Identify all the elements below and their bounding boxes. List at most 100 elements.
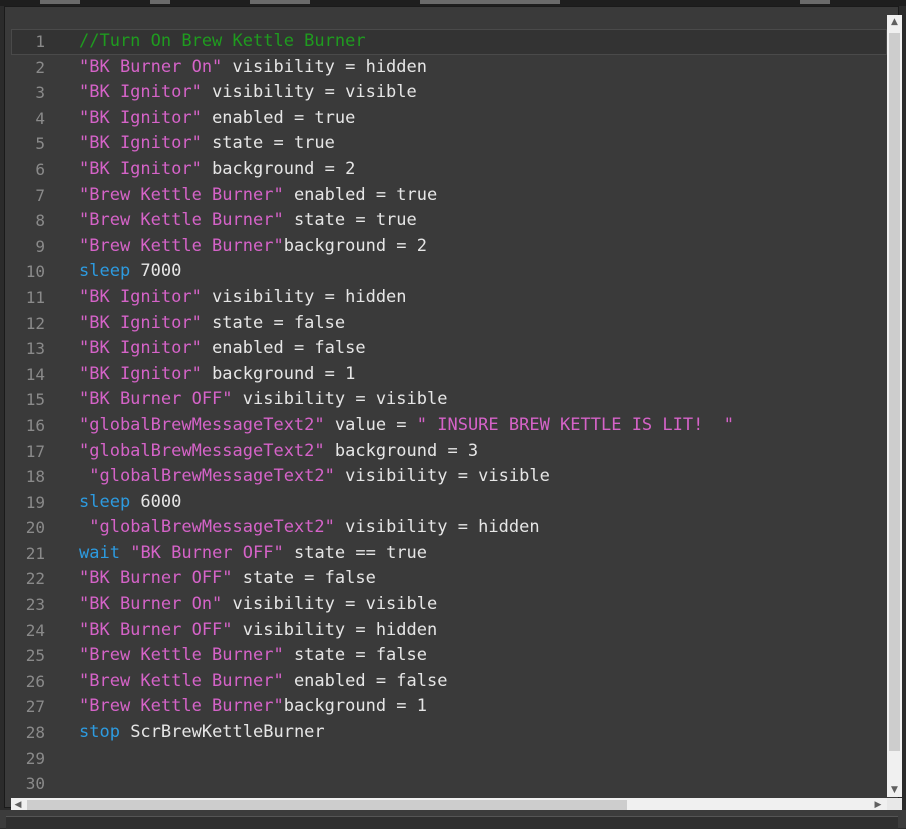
line-number: 22 bbox=[25, 569, 45, 589]
code-line[interactable]: 17 "globalBrewMessageText2" background = … bbox=[11, 439, 887, 465]
line-number: 12 bbox=[25, 313, 45, 333]
code-line[interactable]: 19 sleep 6000 bbox=[11, 490, 887, 516]
code-line[interactable]: 21 wait "BK Burner OFF" state == true bbox=[11, 541, 887, 567]
scroll-down-icon[interactable]: ▼ bbox=[887, 783, 902, 797]
code-line[interactable]: 2 "BK Burner On" visibility = hidden bbox=[11, 55, 887, 81]
code-line[interactable]: 15 "BK Burner OFF" visibility = visible bbox=[11, 387, 887, 413]
line-code: "BK Ignitor" background = 2 bbox=[79, 157, 355, 183]
line-code: "BK Ignitor" visibility = visible bbox=[79, 80, 417, 106]
code-line[interactable]: 28 stop ScrBrewKettleBurner bbox=[11, 720, 887, 746]
string-literal: "globalBrewMessageText2" bbox=[79, 414, 325, 435]
vertical-scrollbar[interactable]: ▲ ▼ bbox=[887, 15, 902, 797]
code-line[interactable]: 11 "BK Ignitor" visibility = hidden bbox=[11, 285, 887, 311]
code-text: visibility = visible bbox=[222, 594, 438, 615]
string-literal: "BK Ignitor" bbox=[79, 338, 202, 359]
string-literal: "BK Ignitor" bbox=[79, 363, 202, 384]
code-text: state = false bbox=[232, 568, 376, 589]
code-line[interactable]: 26 "Brew Kettle Burner" enabled = false bbox=[11, 669, 887, 695]
line-number: 6 bbox=[35, 159, 45, 179]
line-code: "Brew Kettle Burner" enabled = true bbox=[79, 183, 437, 209]
code-line[interactable]: 23 "BK Burner On" visibility = visible bbox=[11, 592, 887, 618]
code-text: value = bbox=[324, 414, 417, 435]
code-line[interactable]: 1 //Turn On Brew Kettle Burner bbox=[11, 29, 887, 55]
line-number: 14 bbox=[25, 364, 45, 384]
line-code: "globalBrewMessageText2" value = " INSUR… bbox=[79, 413, 734, 439]
code-text: background = 2 bbox=[201, 158, 356, 179]
line-number: 13 bbox=[25, 339, 45, 359]
code-text: visibility = hidden bbox=[334, 517, 540, 538]
line-code: "globalBrewMessageText2" visibility = vi… bbox=[79, 464, 550, 490]
line-code: "BK Ignitor" enabled = false bbox=[79, 336, 366, 362]
string-literal: "BK Burner OFF" bbox=[79, 568, 233, 589]
string-literal: "Brew Kettle Burner" bbox=[79, 670, 284, 691]
scroll-up-icon[interactable]: ▲ bbox=[887, 15, 902, 29]
code-line[interactable]: 13 "BK Ignitor" enabled = false bbox=[11, 336, 887, 362]
code-text: visibility = visible bbox=[201, 82, 417, 103]
code-text: background = 1 bbox=[283, 696, 427, 717]
line-code: "Brew Kettle Burner" enabled = false bbox=[79, 669, 447, 695]
code-text: background = 2 bbox=[283, 235, 427, 256]
line-number: 1 bbox=[35, 32, 45, 51]
code-line[interactable]: 9 "Brew Kettle Burner"background = 2 bbox=[11, 234, 887, 260]
string-literal: "BK Burner On" bbox=[79, 56, 223, 77]
string-literal: "BK Burner OFF" bbox=[130, 542, 284, 563]
keyword: stop bbox=[79, 722, 120, 743]
string-literal: "BK Ignitor" bbox=[79, 158, 202, 179]
code-text: enabled = false bbox=[283, 670, 448, 691]
code-line[interactable]: 12 "BK Ignitor" state = false bbox=[11, 311, 887, 337]
code-text: state = true bbox=[201, 133, 335, 154]
code-text: 7000 bbox=[130, 261, 182, 282]
bottom-panel-edge bbox=[6, 816, 898, 829]
string-literal: "BK Burner On" bbox=[79, 594, 223, 615]
code-editor[interactable]: 1 //Turn On Brew Kettle Burner 2 "BK Burner… bbox=[11, 29, 887, 799]
line-code: "Brew Kettle Burner"background = 1 bbox=[79, 694, 427, 720]
code-line[interactable]: 10 sleep 7000 bbox=[11, 259, 887, 285]
line-number: 3 bbox=[35, 83, 45, 103]
line-code: "Brew Kettle Burner"background = 2 bbox=[79, 234, 427, 260]
code-text: enabled = true bbox=[283, 184, 438, 205]
string-literal: "Brew Kettle Burner" bbox=[79, 645, 284, 666]
line-code: //Turn On Brew Kettle Burner bbox=[79, 29, 366, 55]
code-line[interactable]: 22 "BK Burner OFF" state = false bbox=[11, 566, 887, 592]
line-number: 23 bbox=[25, 595, 45, 615]
line-code: stop ScrBrewKettleBurner bbox=[79, 720, 325, 746]
string-literal: " INSURE BREW KETTLE IS LIT! " bbox=[416, 414, 735, 435]
code-line[interactable]: 29 bbox=[11, 746, 887, 772]
line-code: "BK Burner On" visibility = hidden bbox=[79, 55, 427, 81]
code-line[interactable]: 14 "BK Ignitor" background = 1 bbox=[11, 362, 887, 388]
line-number: 30 bbox=[25, 774, 45, 794]
string-literal: "BK Ignitor" bbox=[79, 312, 202, 333]
code-text: ScrBrewKettleBurner bbox=[119, 722, 325, 743]
code-line[interactable]: 24 "BK Burner OFF" visibility = hidden bbox=[11, 618, 887, 644]
line-code: "BK Ignitor" state = true bbox=[79, 131, 335, 157]
script-editor-window: 1 //Turn On Brew Kettle Burner 2 "BK Burner… bbox=[4, 6, 902, 813]
code-line[interactable]: 27 "Brew Kettle Burner"background = 1 bbox=[11, 694, 887, 720]
code-line[interactable]: 4 "BK Ignitor" enabled = true bbox=[11, 106, 887, 132]
line-number: 25 bbox=[25, 646, 45, 666]
keyword: sleep bbox=[79, 261, 131, 282]
code-line[interactable]: 3 "BK Ignitor" visibility = visible bbox=[11, 80, 887, 106]
line-code: sleep 6000 bbox=[79, 490, 181, 516]
line-number: 5 bbox=[35, 134, 45, 154]
code-text: 6000 bbox=[130, 491, 182, 512]
line-code: "BK Ignitor" enabled = true bbox=[79, 106, 355, 132]
comment: //Turn On Brew Kettle Burner bbox=[79, 31, 366, 51]
code-line[interactable]: 6 "BK Ignitor" background = 2 bbox=[11, 157, 887, 183]
vertical-scroll-thumb[interactable] bbox=[889, 33, 900, 751]
line-number: 10 bbox=[25, 262, 45, 282]
code-line[interactable]: 5 "BK Ignitor" state = true bbox=[11, 131, 887, 157]
code-line[interactable]: 18 "globalBrewMessageText2" visibility =… bbox=[11, 464, 887, 490]
line-number: 29 bbox=[25, 748, 45, 768]
line-code: "Brew Kettle Burner" state = false bbox=[79, 643, 427, 669]
string-literal: "BK Burner OFF" bbox=[79, 619, 233, 640]
code-line[interactable]: 7 "Brew Kettle Burner" enabled = true bbox=[11, 183, 887, 209]
code-line[interactable]: 16 "globalBrewMessageText2" value = " INS… bbox=[11, 413, 887, 439]
code-line[interactable]: 20 "globalBrewMessageText2" visibility =… bbox=[11, 515, 887, 541]
code-text: state == true bbox=[283, 542, 428, 563]
code-line[interactable]: 25 "Brew Kettle Burner" state = false bbox=[11, 643, 887, 669]
string-literal: "Brew Kettle Burner" bbox=[79, 235, 284, 256]
code-line[interactable]: 30 bbox=[11, 771, 887, 797]
code-line[interactable]: 8 "Brew Kettle Burner" state = true bbox=[11, 208, 887, 234]
